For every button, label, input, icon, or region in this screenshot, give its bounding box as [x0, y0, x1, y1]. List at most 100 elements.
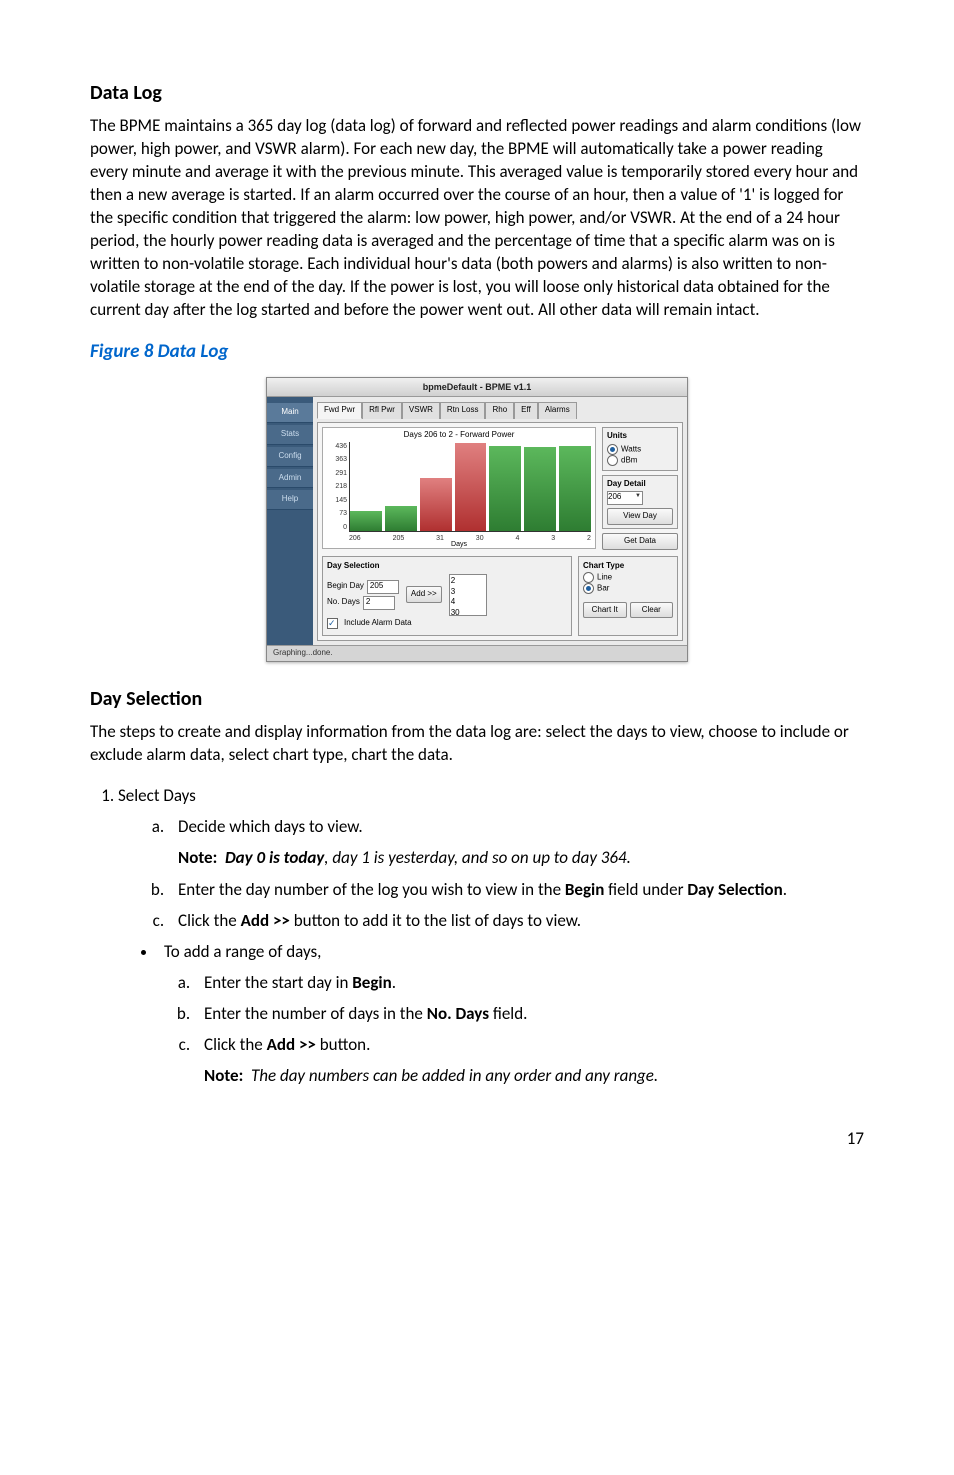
chart-bars: [349, 442, 591, 532]
radio-watts[interactable]: Watts: [607, 444, 673, 455]
sidebar-admin[interactable]: Admin: [267, 469, 313, 489]
text: Enter the day number of the log you wish…: [178, 879, 565, 900]
bar: [385, 506, 417, 531]
bar: [420, 478, 452, 531]
tab-alarms[interactable]: Alarms: [538, 402, 577, 419]
day-selection-intro: The steps to create and display informat…: [90, 721, 864, 767]
ytick: 218: [335, 482, 347, 491]
bar: [559, 446, 591, 531]
get-data-button[interactable]: Get Data: [602, 533, 678, 550]
bullet-text: To add a range of days,: [164, 941, 321, 962]
bar: [524, 447, 556, 531]
text: field under: [604, 879, 687, 900]
bold: Add >>: [241, 910, 290, 931]
text: Click the: [204, 1034, 267, 1055]
radio-label: Bar: [597, 584, 609, 593]
day-detail-title: Day Detail: [607, 479, 673, 490]
steps-list: Select Days Decide which days to view. N…: [90, 785, 864, 1088]
text: Enter the start day in: [204, 972, 352, 993]
data-log-paragraph: The BPME maintains a 365 day log (data l…: [90, 115, 864, 321]
chart-xlabel: Days: [323, 540, 595, 549]
range-bullet: To add a range of days, Enter the start …: [158, 941, 864, 1088]
chart-y-ticks: 436 363 291 218 145 73 0: [325, 442, 347, 532]
text: .: [392, 972, 396, 993]
ytick: 73: [339, 509, 347, 518]
tab-rtn-loss[interactable]: Rtn Loss: [440, 402, 486, 419]
units-panel: Units Watts dBm: [602, 427, 678, 471]
checkbox-icon: [327, 618, 338, 629]
text: field.: [489, 1003, 527, 1024]
bold: Begin: [565, 879, 604, 900]
begin-day-input[interactable]: 205: [367, 580, 399, 594]
step-1-label: Select Days: [118, 785, 196, 806]
step-1c: Click the Add >> button to add it to the…: [168, 910, 864, 933]
chart-type-panel: Chart Type Line Bar Chart It Clear: [578, 556, 678, 636]
radio-label: Watts: [621, 444, 641, 453]
sidebar-config[interactable]: Config: [267, 447, 313, 467]
chart-it-button[interactable]: Chart It: [583, 602, 627, 619]
range-a: Enter the start day in Begin.: [194, 972, 864, 995]
note-rest: , day 1 is yesterday, and so on up to da…: [324, 847, 631, 868]
bar: [350, 511, 382, 531]
units-title: Units: [607, 431, 673, 442]
tab-fwd-pwr[interactable]: Fwd Pwr: [317, 402, 362, 419]
no-days-label: No. Days: [327, 597, 360, 608]
step-1: Select Days Decide which days to view. N…: [118, 785, 864, 1088]
day-detail-select[interactable]: 206: [607, 491, 643, 505]
list-item[interactable]: 30: [451, 608, 485, 616]
range-c: Click the Add >> button. Note: The day n…: [194, 1034, 864, 1088]
bold: Add >>: [267, 1034, 316, 1055]
clear-button[interactable]: Clear: [630, 602, 674, 619]
include-label: Include Alarm Data: [344, 618, 412, 629]
list-item[interactable]: 3: [451, 587, 485, 598]
step-1a-text: Decide which days to view.: [178, 816, 363, 837]
bold: No. Days: [427, 1003, 489, 1024]
bold: Day Selection: [687, 879, 782, 900]
no-days-input[interactable]: 2: [363, 596, 395, 610]
screenshot-figure: bpmeDefault - BPME v1.1 Main Stats Confi…: [90, 377, 864, 662]
page-number: 17: [90, 1128, 864, 1151]
ytick: 0: [343, 523, 347, 532]
sidebar-main[interactable]: Main: [267, 403, 313, 423]
ytick: 291: [335, 469, 347, 478]
list-item[interactable]: 2: [451, 576, 485, 587]
note-label: Note:: [204, 1065, 243, 1086]
bar: [489, 446, 521, 531]
heading-data-log: Data Log: [90, 80, 864, 107]
text: button to add it to the list of days to …: [290, 910, 581, 931]
note-text: The day numbers can be added in any orde…: [251, 1065, 658, 1086]
ytick: 363: [335, 455, 347, 464]
text: .: [783, 879, 787, 900]
chart-title: Days 206 to 2 - Forward Power: [323, 428, 595, 443]
tab-strip: Fwd Pwr Rfl Pwr VSWR Rtn Loss Rho Eff Al…: [317, 401, 683, 418]
note-strong: Day 0 is today: [225, 847, 324, 868]
list-item[interactable]: 4: [451, 597, 485, 608]
tab-rho[interactable]: Rho: [485, 402, 514, 419]
range-b: Enter the number of days in the No. Days…: [194, 1003, 864, 1026]
sidebar: Main Stats Config Admin Help: [267, 397, 313, 645]
tab-eff[interactable]: Eff: [514, 402, 538, 419]
sidebar-help[interactable]: Help: [267, 490, 313, 510]
include-alarm-checkbox[interactable]: Include Alarm Data: [327, 618, 567, 629]
add-button[interactable]: Add >>: [406, 586, 442, 603]
window-title: bpmeDefault - BPME v1.1: [267, 378, 687, 397]
view-day-button[interactable]: View Day: [607, 508, 673, 525]
chart-area: Days 206 to 2 - Forward Power 436 363 29…: [322, 427, 596, 549]
ytick: 436: [335, 442, 347, 451]
begin-day-label: Begin Day: [327, 581, 364, 592]
tab-vswr[interactable]: VSWR: [402, 402, 440, 419]
radio-dbm[interactable]: dBm: [607, 455, 673, 466]
ytick: 145: [335, 496, 347, 505]
note-2: Note: The day numbers can be added in an…: [204, 1065, 864, 1088]
heading-day-selection: Day Selection: [90, 686, 864, 713]
bold: Begin: [352, 972, 391, 993]
radio-bar[interactable]: Bar: [583, 583, 673, 594]
text: Click the: [178, 910, 241, 931]
radio-label: Line: [597, 572, 612, 581]
day-selection-panel: Day Selection Begin Day 205 No. Days: [322, 556, 572, 636]
figure-caption: Figure 8 Data Log: [90, 339, 864, 365]
radio-line[interactable]: Line: [583, 572, 673, 583]
sidebar-stats[interactable]: Stats: [267, 425, 313, 445]
days-listbox[interactable]: 2 3 4 30: [449, 574, 487, 616]
tab-rfl-pwr[interactable]: Rfl Pwr: [362, 402, 402, 419]
